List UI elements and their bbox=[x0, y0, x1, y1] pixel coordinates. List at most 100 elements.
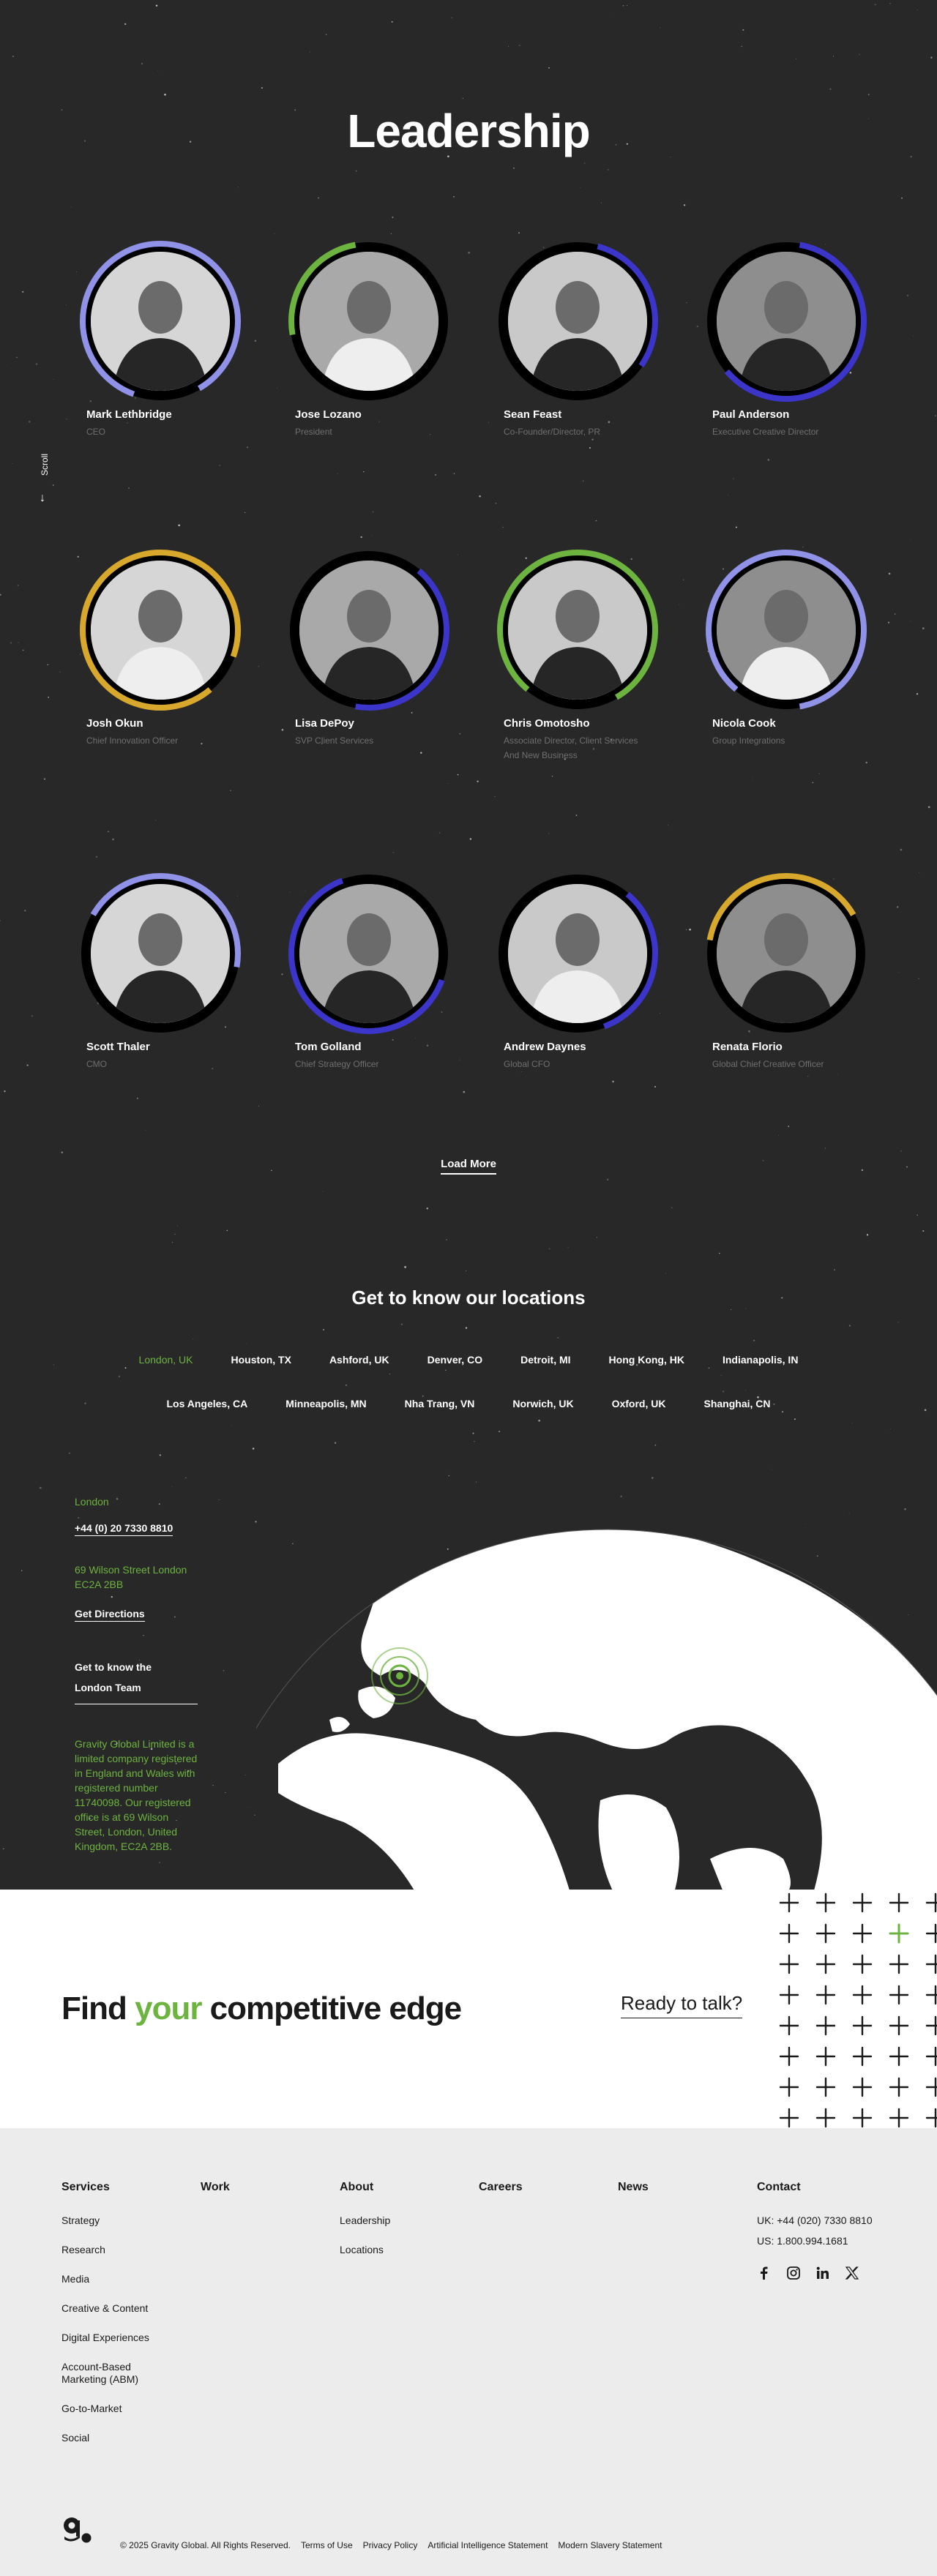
cta-headline: Find your competitive edge bbox=[61, 1991, 462, 2027]
location-tab[interactable]: Norwich, UK bbox=[512, 1398, 573, 1409]
scroll-arrow-icon: ↓ bbox=[40, 492, 45, 504]
leader-card[interactable]: Jose Lozano President bbox=[286, 239, 462, 458]
leader-card[interactable]: Renata Florio Global Chief Creative Offic… bbox=[703, 871, 879, 1090]
leader-photo bbox=[712, 880, 860, 1027]
footer-legal-link[interactable]: Privacy Policy bbox=[363, 2540, 418, 2550]
footer-service-link[interactable]: Go-to-Market bbox=[61, 2403, 179, 2415]
footer-legal-link[interactable]: Modern Slavery Statement bbox=[558, 2540, 662, 2550]
leader-card[interactable]: Scott Thaler CMO bbox=[78, 871, 253, 1090]
leader-photo bbox=[504, 247, 652, 395]
leader-role: Co-Founder/Director, PR bbox=[504, 427, 601, 437]
cta-headline-part-3: competitive edge bbox=[201, 1991, 462, 2026]
location-tab[interactable]: Nha Trang, VN bbox=[405, 1398, 475, 1409]
location-tab[interactable]: Houston, TX bbox=[231, 1354, 291, 1366]
locations-row-1: London, UK Houston, TX Ashford, UK Denver, … bbox=[0, 1354, 937, 1366]
location-tab[interactable]: London, UK bbox=[139, 1354, 193, 1366]
footer-about-title[interactable]: About bbox=[340, 2181, 390, 2194]
leader-card[interactable]: Andrew Daynes Global CFO bbox=[495, 871, 671, 1090]
team-link-line-1: Get to know the bbox=[75, 1661, 152, 1673]
footer-legal-link[interactable]: Terms of Use bbox=[301, 2540, 353, 2550]
location-tab[interactable]: Shanghai, CN bbox=[703, 1398, 770, 1409]
footer-services: Services Strategy Research Media Creative &… bbox=[61, 2181, 179, 2461]
leader-photo bbox=[295, 556, 443, 704]
footer-contact: Contact UK: +44 (020) 7330 8810 US: 1.80… bbox=[757, 2181, 873, 2280]
footer-service-link[interactable]: Digital Experiences bbox=[61, 2332, 179, 2344]
x-icon[interactable] bbox=[845, 2266, 859, 2280]
leader-photo bbox=[86, 247, 234, 395]
leader-name: Sean Feast bbox=[504, 408, 562, 421]
leader-card[interactable]: Chris Omotosho Associate Director, Client… bbox=[495, 547, 671, 767]
page-title: Leadership bbox=[347, 105, 590, 157]
footer-news-title[interactable]: News bbox=[618, 2181, 649, 2194]
location-tab[interactable]: Ashford, UK bbox=[329, 1354, 389, 1366]
footer-about: About Leadership Locations bbox=[340, 2181, 390, 2273]
footer-service-link[interactable]: Media bbox=[61, 2273, 179, 2285]
contact-us-phone[interactable]: US: 1.800.994.1681 bbox=[757, 2235, 873, 2247]
leader-photo bbox=[504, 556, 652, 704]
footer-service-link[interactable]: Account-Based Marketing (ABM) bbox=[61, 2361, 179, 2386]
office-city: London bbox=[75, 1496, 109, 1508]
london-location-marker[interactable] bbox=[371, 1647, 428, 1704]
site-footer: Services Strategy Research Media Creative &… bbox=[0, 2128, 937, 2576]
footer-legal-link[interactable]: Artificial Intelligence Statement bbox=[428, 2540, 548, 2550]
footer-about-link[interactable]: Leadership bbox=[340, 2214, 390, 2227]
leader-name: Paul Anderson bbox=[712, 408, 790, 421]
footer-service-link[interactable]: Social bbox=[61, 2432, 179, 2444]
instagram-icon[interactable] bbox=[786, 2266, 801, 2280]
leader-name: Josh Okun bbox=[86, 717, 143, 730]
leader-role: Chief Innovation Officer bbox=[86, 735, 179, 746]
leader-photo bbox=[295, 247, 443, 395]
leader-photo bbox=[86, 880, 234, 1027]
footer-services-title[interactable]: Services bbox=[61, 2181, 179, 2194]
leader-card[interactable]: Sean Feast Co-Founder/Director, PR bbox=[495, 239, 671, 458]
leader-card[interactable]: Lisa DePoy SVP Client Services bbox=[286, 547, 462, 767]
footer-service-link[interactable]: Research bbox=[61, 2244, 179, 2256]
leader-card[interactable]: Paul Anderson Executive Creative Director bbox=[703, 239, 879, 458]
location-tab[interactable]: Indianapolis, IN bbox=[723, 1354, 798, 1366]
location-tab[interactable]: Los Angeles, CA bbox=[166, 1398, 247, 1409]
leader-role: CMO bbox=[86, 1059, 107, 1069]
leader-photo bbox=[712, 556, 860, 704]
leader-photo bbox=[86, 556, 234, 704]
locations-row-2: Los Angeles, CA Minneapolis, MN Nha Trang,… bbox=[0, 1398, 937, 1409]
leader-photo bbox=[295, 880, 443, 1027]
leader-name: Andrew Daynes bbox=[504, 1041, 586, 1053]
location-tab[interactable]: Minneapolis, MN bbox=[285, 1398, 366, 1409]
gravity-logo-icon[interactable] bbox=[61, 2515, 94, 2544]
location-tab[interactable]: Oxford, UK bbox=[612, 1398, 666, 1409]
footer-about-link[interactable]: Locations bbox=[340, 2244, 390, 2256]
leader-name: Mark Lethbridge bbox=[86, 408, 172, 421]
contact-uk-phone[interactable]: UK: +44 (020) 7330 8810 bbox=[757, 2214, 873, 2226]
location-tab[interactable]: Detroit, MI bbox=[520, 1354, 570, 1366]
load-more-button[interactable]: Load More bbox=[441, 1158, 496, 1175]
location-tab[interactable]: Hong Kong, HK bbox=[609, 1354, 684, 1366]
globe-map bbox=[256, 1529, 937, 1890]
leader-card[interactable]: Tom Golland Chief Strategy Officer bbox=[286, 871, 462, 1090]
scroll-indicator[interactable]: Scroll ↓ bbox=[37, 454, 54, 512]
footer-news: News bbox=[618, 2181, 649, 2214]
cta-band: Find your competitive edge Ready to talk… bbox=[0, 1890, 937, 2128]
facebook-icon[interactable] bbox=[757, 2266, 772, 2280]
leader-card[interactable]: Nicola Cook Group Integrations bbox=[703, 547, 879, 767]
location-tab[interactable]: Denver, CO bbox=[428, 1354, 482, 1366]
london-team-link[interactable]: Get to know the London Team bbox=[75, 1657, 198, 1704]
leader-card[interactable]: Mark Lethbridge CEO bbox=[78, 239, 253, 458]
footer-service-link[interactable]: Creative & Content bbox=[61, 2302, 179, 2315]
leader-card[interactable]: Josh Okun Chief Innovation Officer bbox=[78, 547, 253, 767]
leader-role: Group Integrations bbox=[712, 735, 785, 746]
load-more: Load More bbox=[0, 1158, 937, 1175]
scroll-label: Scroll bbox=[40, 454, 50, 476]
footer-work-title[interactable]: Work bbox=[201, 2181, 230, 2194]
office-phone[interactable]: +44 (0) 20 7330 8810 bbox=[75, 1522, 173, 1536]
plus-pattern-decoration bbox=[779, 1892, 937, 2128]
get-directions-link[interactable]: Get Directions bbox=[75, 1608, 145, 1622]
footer-service-link[interactable]: Strategy bbox=[61, 2214, 179, 2227]
office-address: 69 Wilson Street London EC2A 2BB bbox=[75, 1564, 187, 1590]
ready-to-talk-link[interactable]: Ready to talk? bbox=[621, 1992, 743, 2018]
footer-careers-title[interactable]: Careers bbox=[479, 2181, 523, 2194]
social-links bbox=[757, 2266, 873, 2280]
leader-role: Chief Strategy Officer bbox=[295, 1059, 379, 1069]
leader-role: Global Chief Creative Officer bbox=[712, 1059, 824, 1069]
linkedin-icon[interactable] bbox=[815, 2266, 830, 2280]
leader-name: Nicola Cook bbox=[712, 717, 776, 730]
